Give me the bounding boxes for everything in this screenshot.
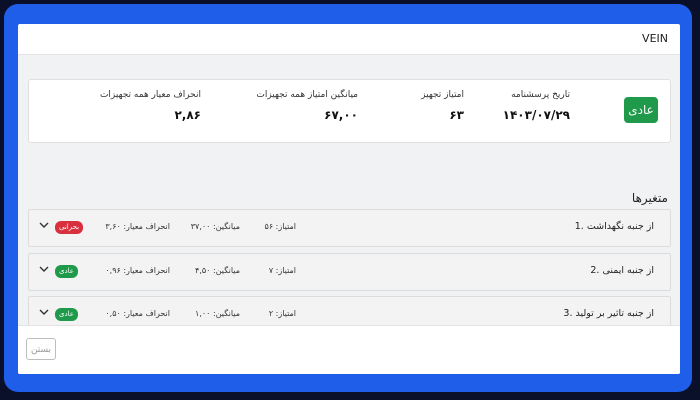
variable-name: 2. از جنبه ایمنی: [590, 265, 654, 276]
dialog-title: VEIN: [642, 32, 668, 45]
variable-score: امتیاز: ۷: [268, 266, 296, 275]
variable-average: میانگین: ۴,۵۰: [195, 266, 240, 275]
chevron-down-icon[interactable]: [38, 306, 50, 318]
variable-status-badge: عادی: [55, 308, 78, 321]
variable-std-dev: انحراف معیار: ۳,۶۰: [105, 222, 170, 231]
variable-name: 3. از جنبه تاثیر بر تولید: [563, 308, 654, 319]
variable-score: امتیاز: ۲: [268, 309, 296, 318]
std-dev-value: ۲,۸۶: [174, 108, 201, 122]
chevron-down-icon[interactable]: [38, 263, 50, 275]
variable-status-badge: عادی: [55, 265, 78, 278]
report-date-value: ۱۴۰۳/۰۷/۲۹: [502, 108, 570, 122]
dialog-header: VEIN: [18, 24, 680, 55]
variable-average: میانگین: ۱,۰۰: [195, 309, 240, 318]
report-date-label: تاریخ پرسشنامه: [511, 90, 570, 100]
dialog: VEIN عادی تاریخ پرسشنامه ۱۴۰۳/۰۷/۲۹ امتی…: [18, 24, 680, 374]
variable-std-dev: انحراف معیار: ۰,۹۶: [105, 266, 170, 275]
variable-row[interactable]: 2. از جنبه ایمنی امتیاز: ۷ میانگین: ۴,۵۰…: [28, 253, 671, 291]
summary-card: عادی تاریخ پرسشنامه ۱۴۰۳/۰۷/۲۹ امتیاز تج…: [28, 79, 671, 143]
equipment-score-field: امتیاز تجهیز ۶۳: [421, 90, 464, 122]
status-badge: عادی: [624, 97, 658, 123]
variable-status-badge: بحرانی: [55, 221, 84, 234]
variable-name: 1. از جنبه نگهداشت: [574, 221, 654, 232]
all-average-field: میانگین امتیاز همه تجهیزات ۶۷,۰۰: [256, 90, 358, 122]
equipment-score-label: امتیاز تجهیز: [421, 90, 464, 100]
close-button[interactable]: بستن: [26, 338, 56, 360]
all-average-value: ۶۷,۰۰: [324, 108, 358, 122]
std-dev-label: انحراف معیار همه تجهیزات: [99, 90, 201, 100]
dialog-footer: بستن: [18, 325, 680, 374]
variable-average: میانگین: ۳۷,۰۰: [190, 222, 240, 231]
all-average-label: میانگین امتیاز همه تجهیزات: [256, 90, 358, 100]
variables-heading: متغیرها: [631, 191, 668, 205]
variable-score: امتیاز: ۵۶: [264, 222, 296, 231]
variable-row[interactable]: 1. از جنبه نگهداشت امتیاز: ۵۶ میانگین: ۳…: [28, 209, 671, 247]
report-date-field: تاریخ پرسشنامه ۱۴۰۳/۰۷/۲۹: [503, 90, 570, 122]
chevron-down-icon[interactable]: [38, 219, 50, 231]
variable-std-dev: انحراف معیار: ۰,۵۰: [105, 309, 170, 318]
dialog-body: عادی تاریخ پرسشنامه ۱۴۰۳/۰۷/۲۹ امتیاز تج…: [18, 55, 680, 334]
equipment-score-value: ۶۳: [449, 108, 464, 122]
std-dev-field: انحراف معیار همه تجهیزات ۲,۸۶: [100, 90, 201, 122]
